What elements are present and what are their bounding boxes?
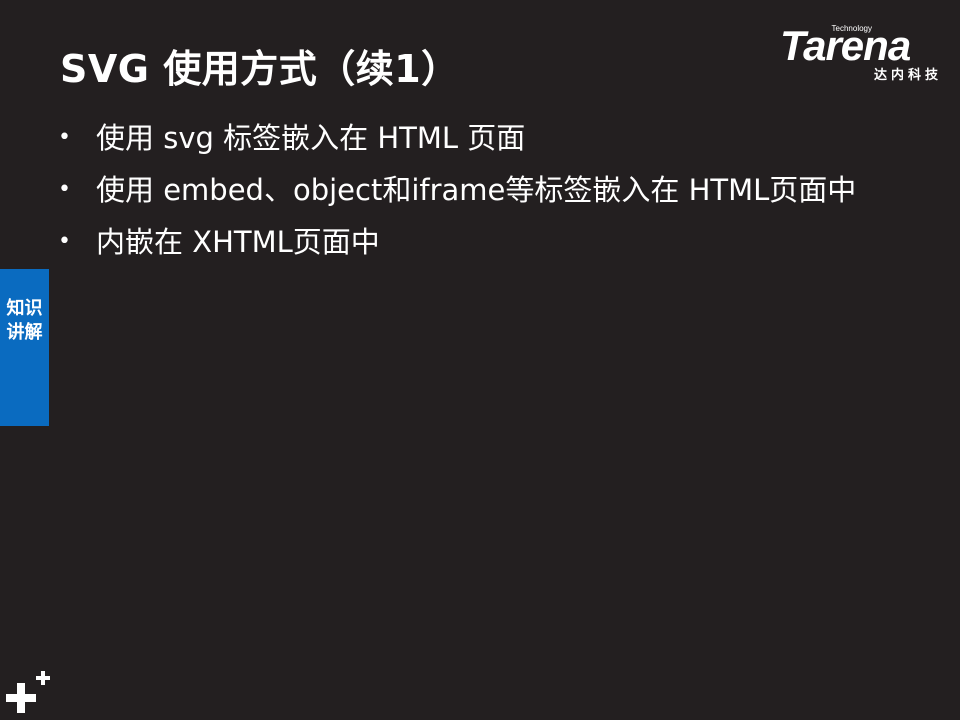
bullet-list: • 使用 svg 标签嵌入在 HTML 页面 • 使用 embed、object…: [58, 116, 878, 272]
bullet-icon: •: [58, 125, 71, 150]
plus-icon: [6, 671, 50, 713]
bullet-icon: •: [58, 229, 71, 254]
bullet-text: 内嵌在 XHTML页面中: [96, 225, 380, 259]
bullet-icon: •: [58, 177, 71, 202]
list-item: • 使用 svg 标签嵌入在 HTML 页面: [58, 116, 878, 160]
logo-chinese: 达内科技: [873, 68, 942, 83]
tarena-logo: Technology Tarena 达内科技: [776, 22, 948, 84]
bullet-text: 使用 svg 标签嵌入在 HTML 页面: [96, 121, 526, 155]
slide-title: SVG 使用方式（续1）: [60, 47, 460, 91]
list-item: • 内嵌在 XHTML页面中: [58, 220, 878, 264]
section-side-tab: 知识讲解: [0, 269, 49, 426]
bullet-text: 使用 embed、object和iframe等标签嵌入在 HTML页面中: [96, 173, 857, 207]
logo-brand: Tarena: [780, 22, 911, 69]
list-item: • 使用 embed、object和iframe等标签嵌入在 HTML页面中: [58, 168, 878, 212]
side-tab-label: 知识讲解: [6, 298, 43, 343]
slide: SVG 使用方式（续1） Technology Tarena 达内科技 • 使用…: [0, 0, 960, 720]
